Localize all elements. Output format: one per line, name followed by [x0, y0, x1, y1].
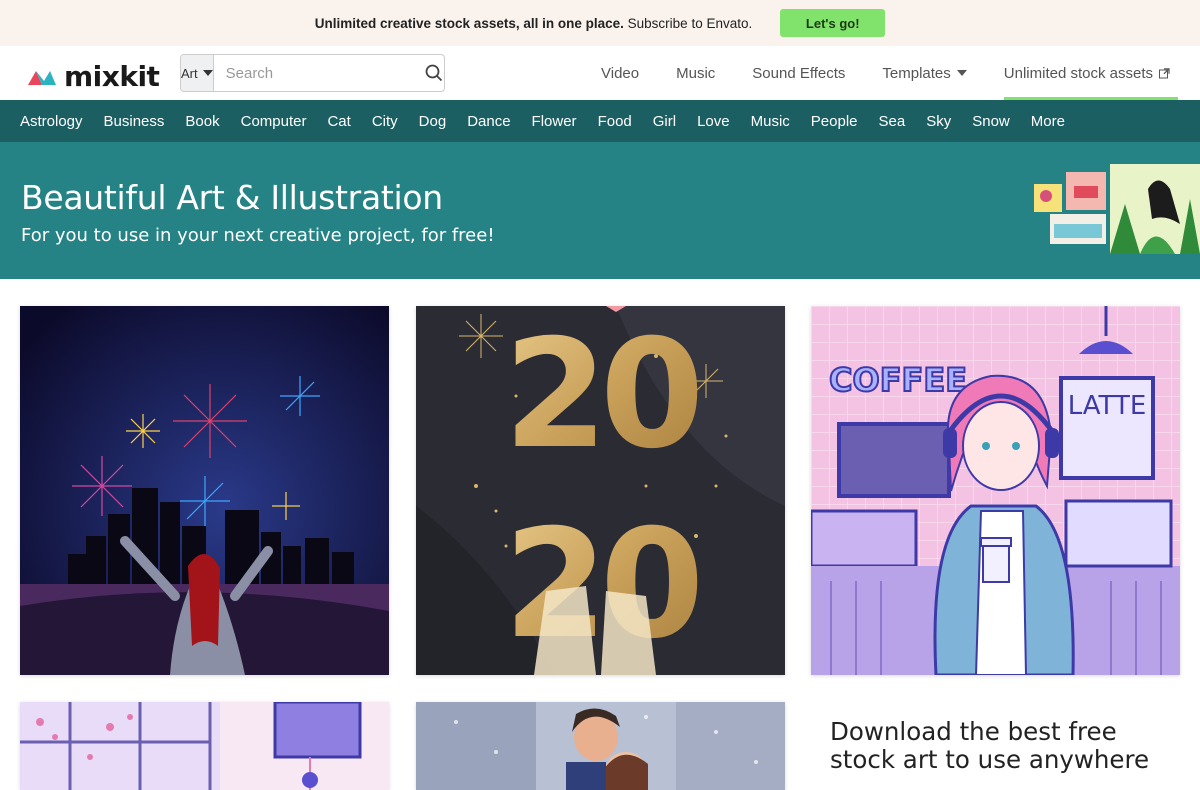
- nav-unlimited-stock-assets[interactable]: Unlimited stock assets: [1003, 46, 1179, 100]
- category-computer[interactable]: Computer: [241, 113, 307, 130]
- winter-couple-illustration: [416, 702, 785, 790]
- category-girl[interactable]: Girl: [653, 113, 676, 130]
- category-book[interactable]: Book: [185, 113, 219, 130]
- category-sky[interactable]: Sky: [926, 113, 951, 130]
- art-card-2020[interactable]: 20 20: [416, 306, 785, 675]
- search-category-dropdown[interactable]: Art: [181, 55, 214, 91]
- hero-subtitle: For you to use in your next creative pro…: [21, 225, 495, 246]
- hero-illustration-collage: [1034, 164, 1200, 254]
- category-love[interactable]: Love: [697, 113, 730, 130]
- main-nav: Video Music Sound Effects Templates Unli…: [564, 46, 1179, 100]
- external-link-icon: [1159, 67, 1170, 78]
- hero-title: Beautiful Art & Illustration: [21, 178, 443, 217]
- category-more[interactable]: More: [1031, 113, 1065, 130]
- category-cat[interactable]: Cat: [327, 113, 350, 130]
- mixkit-logo[interactable]: mixkit: [28, 60, 160, 93]
- hero-banner: Beautiful Art & Illustration For you to …: [0, 142, 1200, 279]
- category-dog[interactable]: Dog: [419, 113, 447, 130]
- category-sea[interactable]: Sea: [879, 113, 906, 130]
- coffee-shop-girl-illustration: COFFEE LATTE: [811, 306, 1180, 675]
- search-icon: [425, 64, 443, 82]
- category-music[interactable]: Music: [751, 113, 790, 130]
- page-tagline: Download the best free stock art to use …: [830, 717, 1150, 774]
- search-button[interactable]: [425, 55, 444, 91]
- 2020-new-year-illustration: 20 20: [416, 306, 785, 675]
- search-box: Art: [180, 54, 445, 92]
- caret-down-icon: [956, 70, 967, 76]
- art-card-window-plant[interactable]: [20, 702, 389, 790]
- category-people[interactable]: People: [811, 113, 858, 130]
- mixkit-logo-icon: [28, 70, 56, 85]
- category-city[interactable]: City: [372, 113, 398, 130]
- art-card-fireworks[interactable]: [20, 306, 389, 675]
- art-card-couple[interactable]: [416, 702, 785, 790]
- category-business[interactable]: Business: [104, 113, 165, 130]
- category-flower[interactable]: Flower: [532, 113, 577, 130]
- nav-music[interactable]: Music: [676, 46, 715, 100]
- promo-bar: Unlimited creative stock assets, all in …: [0, 0, 1200, 46]
- promo-text: Unlimited creative stock assets, all in …: [314, 15, 753, 31]
- caret-down-icon: [202, 70, 213, 76]
- fireworks-city-illustration: [20, 306, 389, 675]
- art-card-coffee[interactable]: COFFEE LATTE: [811, 306, 1180, 675]
- category-bar: Astrology Business Book Computer Cat Cit…: [0, 100, 1200, 142]
- header: mixkit Art Video Music Sound Effects Tem…: [0, 46, 1200, 100]
- category-snow[interactable]: Snow: [972, 113, 1010, 130]
- svg-text:COFFEE: COFFEE: [829, 361, 967, 399]
- nav-sound-effects[interactable]: Sound Effects: [752, 46, 845, 100]
- window-plant-illustration: [20, 702, 389, 790]
- nav-video[interactable]: Video: [601, 46, 639, 100]
- 2020-top-digits: 20: [504, 308, 698, 482]
- search-input[interactable]: [213, 55, 425, 91]
- 2020-bottom-digits: 20: [504, 498, 698, 672]
- category-astrology[interactable]: Astrology: [20, 113, 83, 130]
- category-food[interactable]: Food: [598, 113, 632, 130]
- category-dance[interactable]: Dance: [467, 113, 510, 130]
- nav-templates[interactable]: Templates: [882, 46, 967, 100]
- svg-text:LATTE: LATTE: [1068, 391, 1147, 421]
- lets-go-button[interactable]: Let's go!: [780, 9, 886, 37]
